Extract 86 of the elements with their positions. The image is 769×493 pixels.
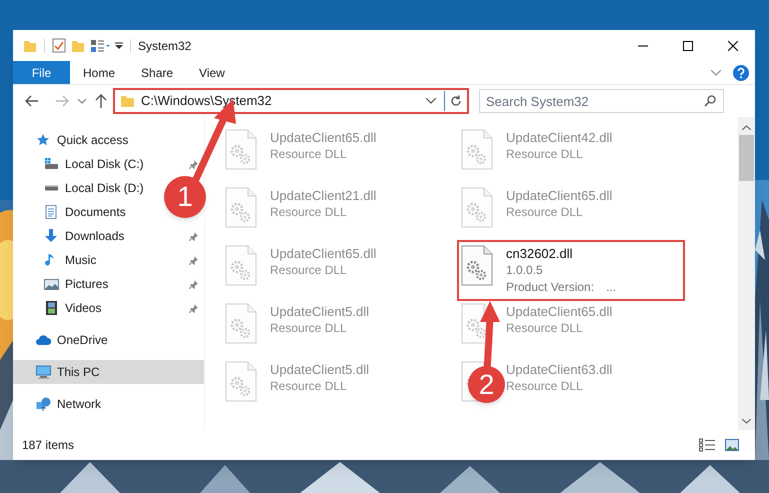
file-name: cn32602.dll xyxy=(506,245,574,262)
chevron-down-icon[interactable] xyxy=(78,98,86,104)
minimize-icon[interactable] xyxy=(638,44,648,46)
star-icon xyxy=(36,133,51,147)
gear-file-icon xyxy=(225,245,258,287)
help-icon[interactable] xyxy=(733,64,749,80)
sidebar-item[interactable]: Music xyxy=(13,248,204,272)
film-icon xyxy=(44,301,59,315)
pin-icon[interactable] xyxy=(189,232,198,240)
address-path: C:\Windows\System32 xyxy=(141,92,272,110)
scrollbar[interactable] xyxy=(738,117,755,430)
sidebar-item[interactable]: Local Disk (D:) xyxy=(13,176,150,200)
document-icon xyxy=(44,205,59,219)
back-icon[interactable] xyxy=(25,95,39,107)
folder-icon xyxy=(120,94,135,108)
download-icon xyxy=(44,229,59,243)
gear-file-icon xyxy=(225,303,258,345)
picture-icon xyxy=(44,277,59,291)
file-name: UpdateClient63.dll xyxy=(506,361,612,378)
file-name: UpdateClient65.dll xyxy=(506,187,612,204)
sidebar-item[interactable]: Local Disk (C:) xyxy=(13,152,204,176)
details-view-icon[interactable] xyxy=(699,438,715,452)
sidebar-item[interactable]: Videos xyxy=(13,296,204,320)
file-name: UpdateClient5.dll xyxy=(270,303,370,320)
view-options-icon[interactable] xyxy=(91,40,111,52)
chevron-down-icon[interactable] xyxy=(426,98,436,104)
pin-icon[interactable] xyxy=(189,256,198,264)
file-description: Resource DLL xyxy=(270,378,348,395)
file-description: Resource DLL xyxy=(506,146,584,163)
ribbon-tab[interactable]: Home xyxy=(70,61,128,84)
address-bar[interactable]: C:\Windows\System32 xyxy=(113,88,469,114)
sidebar-item[interactable]: Pictures xyxy=(13,272,204,296)
file-name: UpdateClient5.dll xyxy=(270,361,370,378)
file-description: 1.0.0.5 xyxy=(506,262,544,279)
customize-toolbar-icon[interactable] xyxy=(115,42,123,50)
property-value: ... xyxy=(606,279,616,296)
pin-icon[interactable] xyxy=(189,304,198,312)
file-name: UpdateClient65.dll xyxy=(270,129,376,146)
scrollbar-thumb[interactable] xyxy=(739,135,754,181)
drive-icon xyxy=(44,185,59,191)
file-name: UpdateClient42.dll xyxy=(506,129,612,146)
gear-file-icon xyxy=(461,245,494,287)
maximize-icon[interactable] xyxy=(682,40,692,50)
large-icons-view-icon[interactable] xyxy=(725,439,739,451)
gear-file-icon xyxy=(461,129,494,171)
sidebar-item[interactable]: This PC xyxy=(13,360,204,384)
file-name: UpdateClient65.dll xyxy=(506,303,612,320)
network-icon xyxy=(36,397,51,411)
file-description: Resource DLL xyxy=(270,262,348,279)
gear-file-icon xyxy=(225,361,258,403)
file-description: Resource DLL xyxy=(270,146,348,163)
up-icon[interactable] xyxy=(95,94,107,108)
sidebar-item[interactable]: Documents xyxy=(13,200,132,224)
file-name: UpdateClient65.dll xyxy=(270,245,376,262)
pin-icon[interactable] xyxy=(189,160,198,168)
cloud-icon xyxy=(36,333,51,347)
drive-icon xyxy=(44,157,59,171)
sidebar-item[interactable]: Quick access xyxy=(13,128,204,152)
close-icon[interactable] xyxy=(728,40,738,50)
window-title: System32 xyxy=(138,38,192,54)
search-field[interactable]: Search System32 xyxy=(479,89,724,113)
scroll-down-icon[interactable] xyxy=(742,419,751,424)
refresh-icon[interactable] xyxy=(450,95,462,107)
sidebar-item[interactable]: Network xyxy=(13,392,204,416)
file-description: Resource DLL xyxy=(506,204,584,221)
search-icon xyxy=(704,95,716,107)
sidebar-item[interactable]: Downloads xyxy=(13,224,204,248)
gear-file-icon xyxy=(225,129,258,171)
file-description: Resource DLL xyxy=(270,204,348,221)
ribbon-tab[interactable]: File xyxy=(13,61,70,84)
file-description: Resource DLL xyxy=(270,320,348,337)
computer-icon xyxy=(36,365,51,379)
sidebar-item[interactable]: OneDrive xyxy=(13,328,204,352)
gear-file-icon xyxy=(461,187,494,229)
file-description: Resource DLL xyxy=(506,378,584,395)
pin-icon[interactable] xyxy=(189,280,198,288)
file-item[interactable]: cn32602.dll 1.0.0.5 Product Version: ... xyxy=(457,240,685,301)
ribbon-tab[interactable]: Share xyxy=(128,61,186,84)
properties-icon[interactable] xyxy=(52,38,66,53)
file-name: UpdateClient21.dll xyxy=(270,187,376,204)
file-description: Resource DLL xyxy=(506,320,584,337)
gear-file-icon xyxy=(225,187,258,229)
property-label: Product Version: xyxy=(506,279,594,296)
item-count: 187 items xyxy=(22,437,74,454)
scroll-up-icon[interactable] xyxy=(742,125,751,130)
ribbon-tab[interactable]: View xyxy=(186,61,238,84)
